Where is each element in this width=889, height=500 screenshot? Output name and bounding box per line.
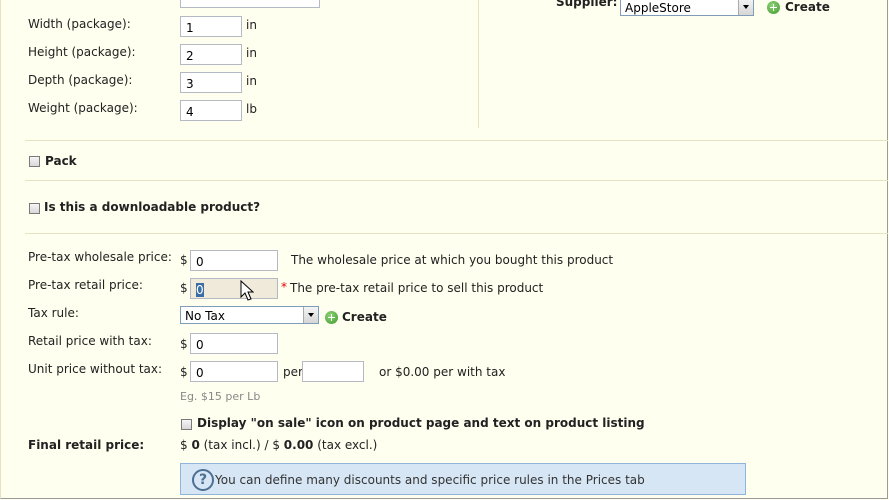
retail-with-tax-input[interactable]: 0 [190,333,278,354]
create-supplier-link[interactable]: Create [785,0,830,14]
create-supplier-icon[interactable] [767,1,780,14]
create-tax-link[interactable]: Create [342,310,387,324]
divider-3 [25,233,888,234]
unit-price-with-tax: or $0.00 per with tax [379,365,506,379]
pack-checkbox[interactable] [29,156,40,167]
retail-price-value: 0 [196,283,204,297]
final-incl-text: (tax incl.) / $ [199,438,284,452]
height-input[interactable]: 2 [180,44,242,65]
depth-unit: in [246,74,257,88]
tax-rule-selected: No Tax [185,309,225,323]
supplier-label: Supplier: [556,0,618,9]
chevron-down-icon[interactable] [738,0,753,15]
unit-input[interactable] [302,361,364,382]
chevron-down-icon[interactable] [303,307,318,323]
wholesale-hint: The wholesale price at which you bought … [291,253,614,267]
depth-label: Depth (package): [28,73,133,87]
weight-label: Weight (package): [28,101,138,115]
cutoff-field[interactable] [180,0,320,8]
retail-label: Pre-tax retail price: [28,278,143,292]
final-pre: $ [180,438,192,452]
create-tax-icon[interactable] [325,311,338,324]
on-sale-label: Display "on sale" icon on product page a… [197,416,645,430]
unit-price-input[interactable]: 0 [190,361,278,382]
required-mark: * [281,280,287,294]
depth-input[interactable]: 3 [180,72,242,93]
retail-currency: $ [180,281,188,295]
weight-input[interactable]: 4 [180,100,242,121]
width-unit: in [246,18,257,32]
retail-hint: The pre-tax retail price to sell this pr… [290,281,544,295]
final-excl-text: (tax excl.) [313,438,378,452]
wholesale-label: Pre-tax wholesale price: [28,250,172,264]
tax-rule-select[interactable]: No Tax [180,306,319,324]
final-price-value: $ 0 (tax incl.) / $ 0.00 (tax excl.) [180,438,377,452]
retail-with-tax-currency: $ [180,337,188,351]
divider-1 [25,140,888,141]
width-label: Width (package): [28,17,131,31]
unit-price-label: Unit price without tax: [28,362,163,376]
supplier-selected: AppleStore [625,1,691,15]
info-box: ? You can define many discounts and spec… [180,463,746,495]
retail-with-tax-label: Retail price with tax: [28,334,152,348]
wholesale-price-input[interactable]: 0 [190,250,278,271]
unit-price-example: Eg. $15 per Lb [180,390,261,403]
final-incl-value: 0 [191,438,200,452]
mouse-cursor-icon [240,280,255,301]
downloadable-label: Is this a downloadable product? [44,200,261,214]
help-icon: ? [192,469,214,491]
on-sale-checkbox[interactable] [181,419,192,430]
unit-price-currency: $ [180,365,188,379]
pack-label: Pack [45,154,77,168]
final-price-label: Final retail price: [28,438,145,452]
weight-unit: lb [246,102,257,116]
width-input[interactable]: 1 [180,16,242,37]
column-divider [478,0,479,128]
divider-2 [25,180,888,181]
wholesale-currency: $ [180,253,188,267]
tax-rule-label: Tax rule: [28,306,79,320]
height-label: Height (package): [28,45,136,59]
height-unit: in [246,46,257,60]
final-excl-value: 0.00 [283,438,314,452]
unit-per-label: per [283,365,303,379]
info-text: You can define many discounts and specif… [215,473,645,487]
downloadable-checkbox[interactable] [29,203,40,214]
retail-price-input[interactable]: 0 [190,278,278,299]
supplier-select[interactable]: AppleStore [620,0,754,16]
